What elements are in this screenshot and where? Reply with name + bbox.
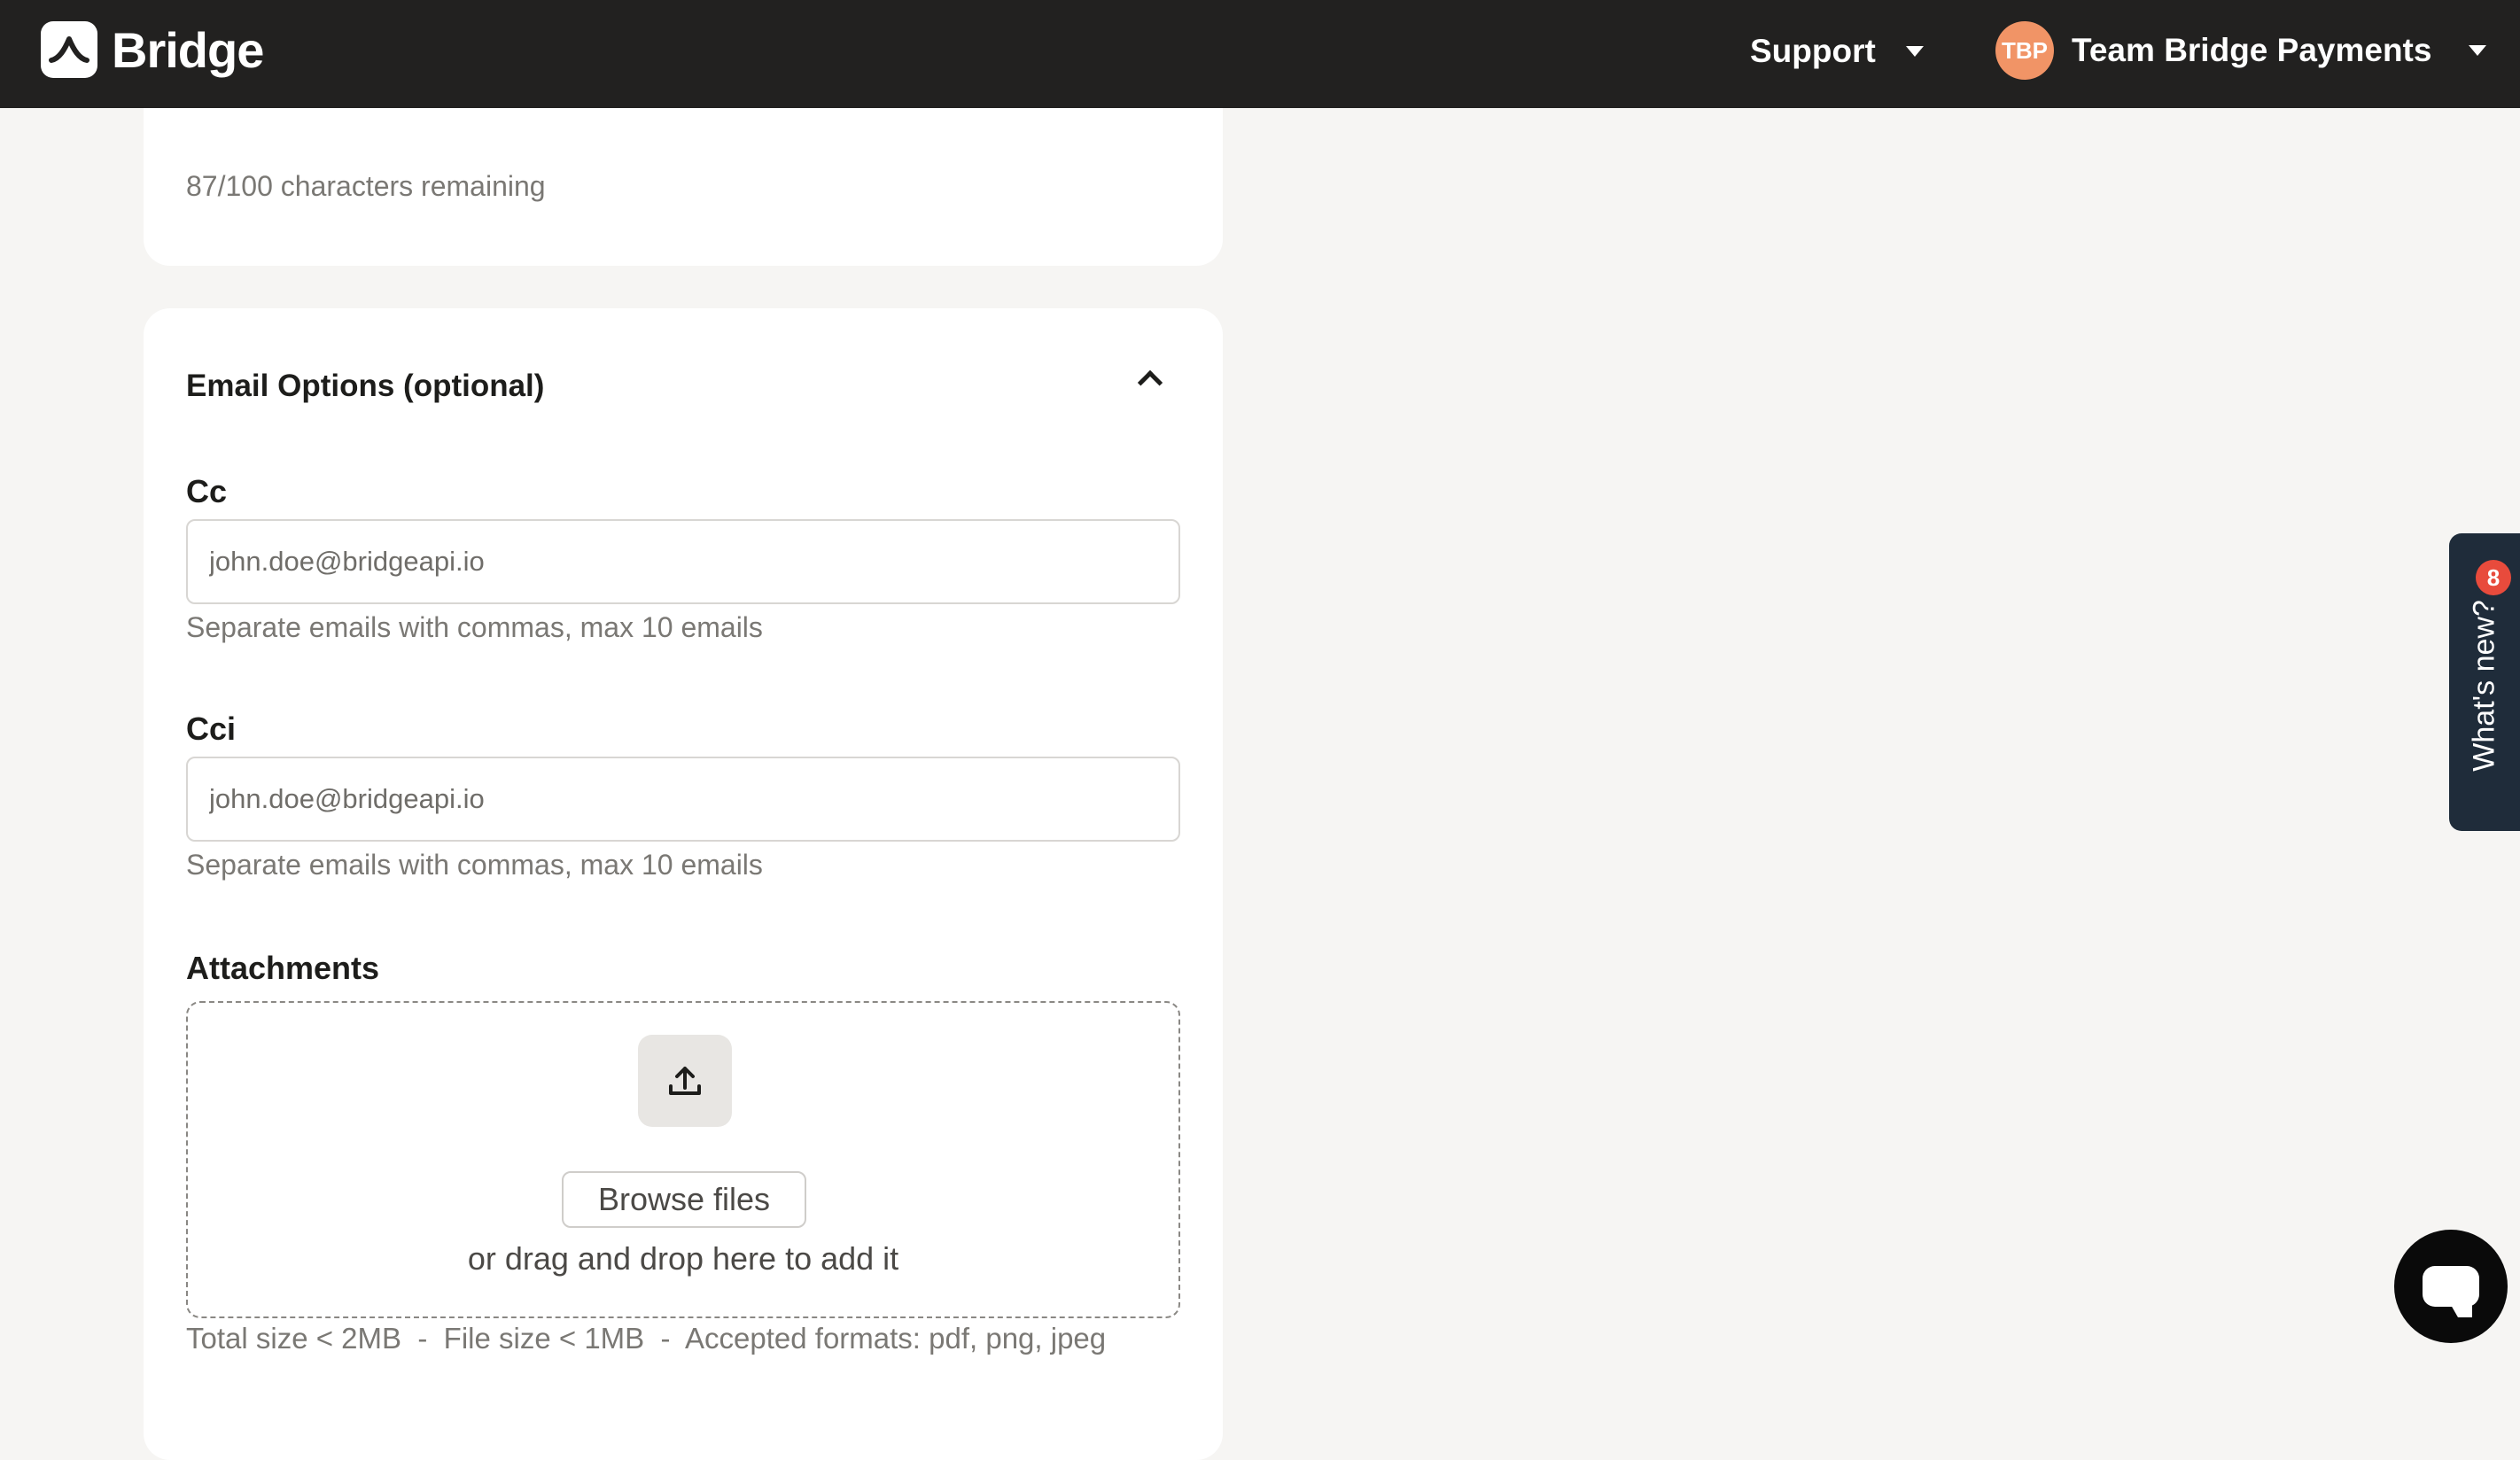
bridge-logo-icon	[41, 21, 97, 78]
avatar: TBP	[1995, 21, 2054, 80]
whats-new-tab[interactable]: 8 What's new?	[2449, 533, 2520, 831]
cci-helper: Separate emails with commas, max 10 emai…	[186, 849, 763, 881]
cc-helper: Separate emails with commas, max 10 emai…	[186, 611, 763, 643]
email-options-title: Email Options (optional)	[186, 369, 545, 403]
attachments-label: Attachments	[186, 950, 380, 986]
support-menu[interactable]: Support	[1750, 27, 1924, 76]
cci-input[interactable]	[186, 757, 1180, 842]
whats-new-label: What's new?	[2467, 600, 2501, 772]
upload-icon	[669, 1067, 701, 1095]
email-options-card: Email Options (optional) Cc Separate ema…	[144, 308, 1223, 1460]
caret-down-icon	[2469, 45, 2487, 56]
attachments-dropzone[interactable]: Browse files or drag and drop here to ad…	[186, 1001, 1180, 1318]
chat-icon	[2423, 1266, 2479, 1317]
account-name: Team Bridge Payments	[2072, 32, 2432, 68]
cc-input[interactable]	[186, 519, 1180, 604]
brand-logo[interactable]: Bridge	[41, 21, 264, 78]
character-count: 87/100 characters remaining	[186, 170, 546, 202]
drop-instructions: or drag and drop here to add it	[467, 1240, 899, 1277]
upload-button[interactable]	[638, 1035, 732, 1127]
cci-label: Cci	[186, 711, 237, 747]
account-menu[interactable]: TBP Team Bridge Payments	[1995, 21, 2487, 80]
top-nav-bar: Bridge Support TBP Team Bridge Payments	[0, 0, 2520, 108]
notification-badge: 8	[2476, 560, 2511, 595]
chat-launcher-button[interactable]	[2394, 1230, 2508, 1343]
caret-down-icon	[1905, 46, 1924, 57]
cc-label: Cc	[186, 473, 228, 509]
brand-name: Bridge	[112, 21, 264, 78]
browse-files-button[interactable]: Browse files	[562, 1171, 806, 1228]
attachment-formats: Total size < 2MB - File size < 1MB - Acc…	[186, 1322, 1107, 1355]
support-label: Support	[1750, 33, 1876, 69]
chevron-up-icon[interactable]	[1137, 369, 1163, 396]
